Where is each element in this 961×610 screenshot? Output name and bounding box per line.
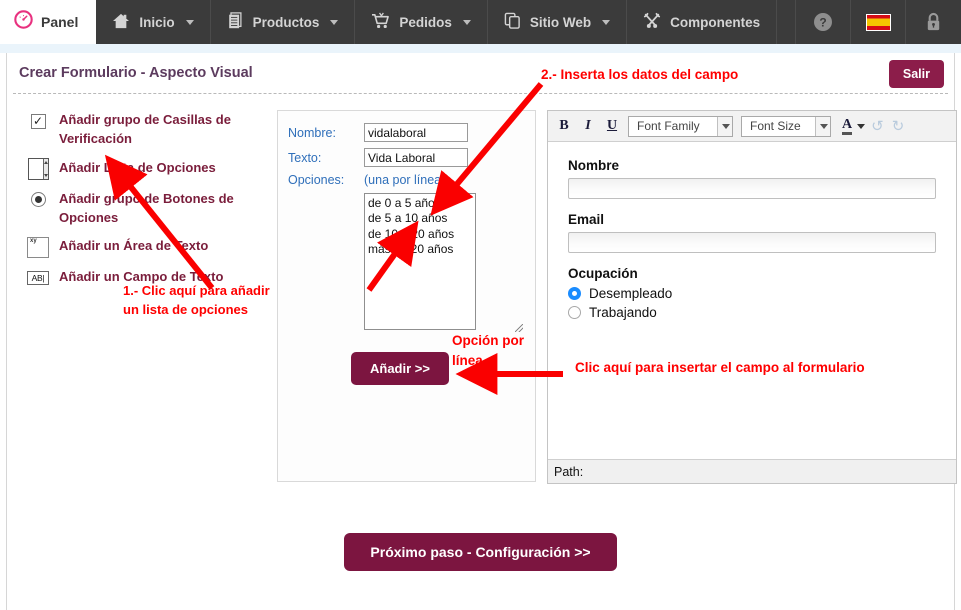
copy-pages-icon (504, 12, 521, 32)
brand-panel-link[interactable]: Panel (0, 0, 97, 44)
preview-ocupacion-label: Ocupación (568, 266, 638, 281)
nav-item-sitio-web[interactable]: Sitio Web (488, 0, 628, 44)
chevron-down-icon (815, 116, 830, 136)
opciones-textarea[interactable] (364, 193, 476, 330)
brand-label: Panel (41, 14, 79, 30)
opciones-label: Opciones: (288, 173, 345, 187)
nav-item-label: Inicio (139, 14, 175, 30)
next-step-button[interactable]: Próximo paso - Configuración >> (344, 533, 617, 571)
chevron-down-icon (717, 116, 732, 136)
text-input-icon: AB| (27, 267, 49, 289)
chevron-down-icon (857, 123, 866, 129)
nav-item-label: Productos (252, 14, 320, 30)
field-row-opciones: Opciones: (una por línea) (288, 173, 525, 187)
products-boxes-icon (227, 11, 244, 33)
field-type-textarea[interactable]: xy Añadir un Área de Texto (27, 236, 277, 258)
texto-label: Texto: (288, 150, 322, 165)
nombre-input[interactable] (364, 123, 468, 142)
italic-button[interactable]: I (578, 116, 598, 137)
editor-path-label: Path: (554, 464, 584, 479)
nav-item-productos[interactable]: Productos (211, 0, 356, 44)
field-config-panel: Nombre: Texto: Opciones: (una por línea)… (277, 110, 536, 482)
preview-nombre-label: Nombre (568, 158, 620, 173)
chevron-down-icon (462, 19, 471, 25)
nav-item-label: Componentes (670, 14, 761, 30)
footer-actions: Próximo paso - Configuración >> (7, 533, 954, 571)
help-icon[interactable]: ? (796, 0, 851, 44)
text-color-letter: A (842, 117, 853, 135)
chevron-down-icon (602, 19, 611, 25)
radio-button-icon (27, 189, 49, 211)
editor-status-bar: Path: (548, 459, 956, 483)
language-flag-spain-icon[interactable] (851, 0, 906, 44)
page-card: Crear Formulario - Aspecto Visual Salir … (6, 53, 957, 610)
preview-nombre-input[interactable] (568, 178, 936, 199)
radio-label: Trabajando (589, 305, 657, 320)
texto-input[interactable] (364, 148, 468, 167)
underline-button[interactable]: U (602, 116, 622, 137)
field-type-label: Añadir grupo de Botones de Opciones (59, 190, 234, 225)
main-navbar: Panel Inicio Productos Pedidos Sitio Web… (0, 0, 961, 44)
bold-button[interactable]: B (554, 116, 574, 137)
nav-item-componentes[interactable]: Componentes (627, 0, 778, 44)
field-row-nombre: Nombre: (288, 123, 525, 142)
nav-item-label: Pedidos (399, 14, 452, 30)
editor-toolbar: B I U Font Family Font Size A ↺ ↻ (548, 111, 956, 142)
builder-body: ✓ Añadir grupo de Casillas de Verificaci… (7, 94, 957, 484)
shopping-cart-icon (371, 12, 390, 32)
font-size-value: Font Size (750, 119, 801, 133)
accent-strip (0, 44, 961, 53)
radio-button-icon[interactable] (568, 306, 581, 319)
annotation-opcion-por-linea: Opción por línea (452, 333, 524, 368)
nav-item-label: Sitio Web (529, 14, 592, 30)
font-family-value: Font Family (637, 119, 700, 133)
navbar-spacer (777, 0, 796, 44)
textarea-icon: xy (27, 236, 49, 258)
field-type-label: Añadir Lista de Opciones (59, 159, 216, 175)
opciones-textarea-wrapper: Opción por línea (364, 193, 525, 368)
field-row-texto: Texto: (288, 148, 525, 167)
nombre-label: Nombre: (288, 125, 336, 140)
field-type-radio-group[interactable]: Añadir grupo de Botones de Opciones (27, 189, 277, 228)
tools-wrench-screwdriver-icon (643, 12, 661, 33)
field-type-list: ✓ Añadir grupo de Casillas de Verificaci… (15, 110, 277, 317)
field-type-select-list[interactable]: Añadir Lista de Opciones (27, 157, 277, 180)
page-title: Crear Formulario - Aspecto Visual (19, 65, 253, 81)
field-type-checkbox-group[interactable]: ✓ Añadir grupo de Casillas de Verificaci… (27, 110, 277, 149)
exit-button[interactable]: Salir (888, 60, 944, 88)
preview-radio-desempleado[interactable]: Desempleado (568, 286, 936, 301)
svg-text:?: ? (819, 16, 826, 30)
home-icon (112, 13, 130, 32)
radio-button-icon[interactable] (568, 287, 581, 300)
page-header: Crear Formulario - Aspecto Visual Salir (7, 53, 954, 93)
nav-item-pedidos[interactable]: Pedidos (355, 0, 488, 44)
text-color-button[interactable]: A (842, 117, 866, 135)
font-size-select[interactable]: Font Size (741, 115, 831, 137)
add-field-button[interactable]: Añadir >> (351, 352, 449, 385)
undo-icon[interactable]: ↺ (869, 117, 886, 135)
checkbox-icon: ✓ (27, 110, 49, 132)
editor-canvas[interactable]: Nombre Email Ocupación Desempleado Traba… (548, 142, 956, 459)
annotation-step1-text: 1.- Clic aquí para añadir un lista de op… (123, 283, 270, 317)
field-type-label: Añadir grupo de Casillas de Verificación (59, 112, 231, 146)
preview-email-label: Email (568, 212, 605, 227)
font-family-select[interactable]: Font Family (628, 115, 733, 137)
preview-email-input[interactable] (568, 232, 936, 253)
select-list-icon (27, 157, 49, 180)
chevron-down-icon (330, 19, 339, 25)
preview-radio-trabajando[interactable]: Trabajando (568, 305, 936, 320)
wysiwyg-editor: B I U Font Family Font Size A ↺ ↻ Nombre… (547, 110, 957, 484)
nav-item-inicio[interactable]: Inicio (96, 0, 211, 44)
radio-label: Desempleado (589, 286, 673, 301)
chevron-down-icon (185, 19, 194, 25)
opciones-hint: (una por línea) (364, 173, 446, 187)
dashboard-gauge-icon (14, 10, 33, 34)
field-type-label: Añadir un Área de Texto (59, 238, 209, 254)
redo-icon[interactable]: ↻ (890, 117, 907, 135)
lock-icon[interactable] (906, 0, 961, 44)
